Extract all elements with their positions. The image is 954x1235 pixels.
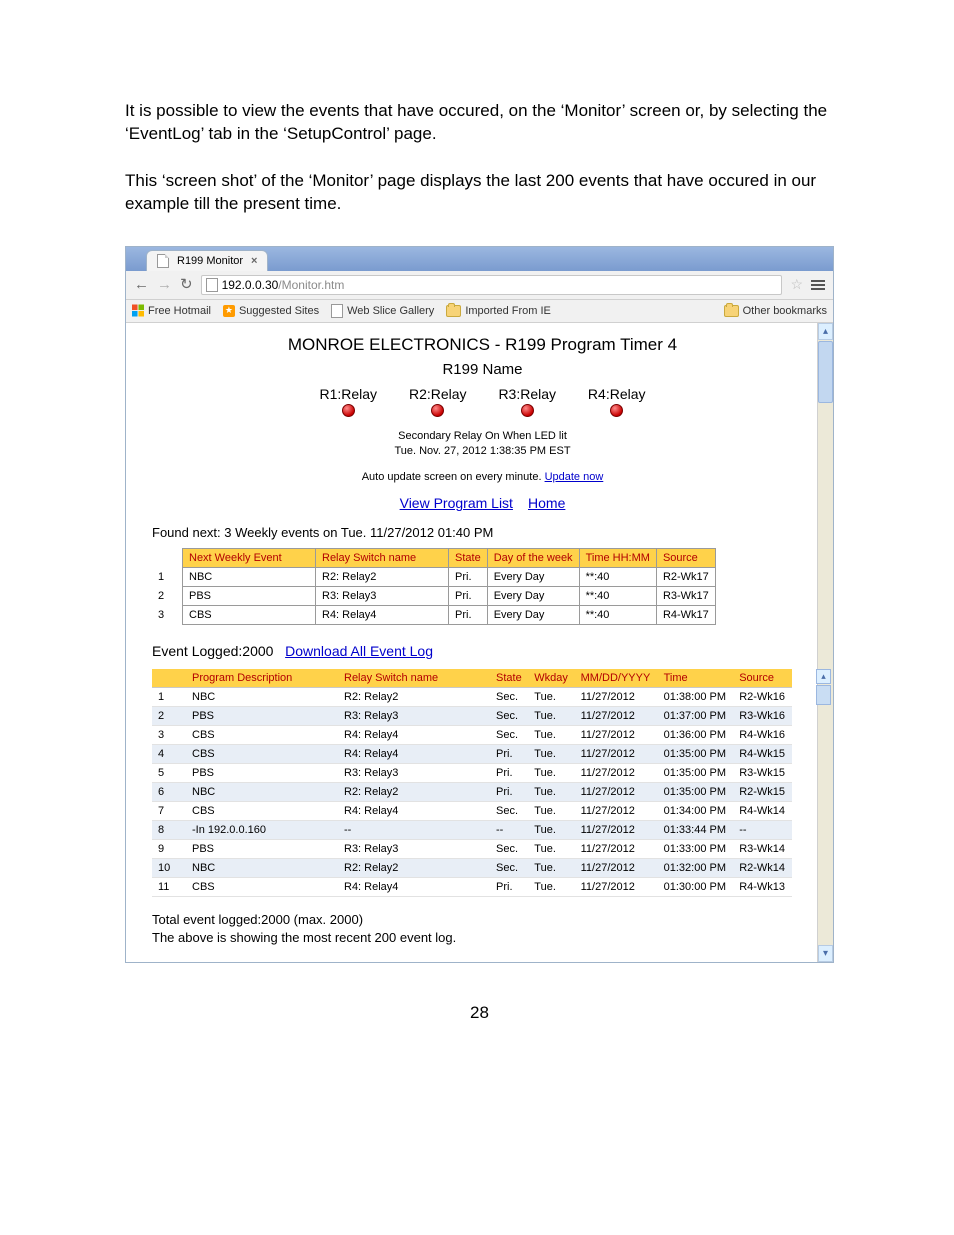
secondary-relay-note: Secondary Relay On When LED lit Tue. Nov… — [152, 429, 813, 459]
found-next-heading: Found next: 3 Weekly events on Tue. 11/2… — [152, 525, 813, 540]
relay-1: R1:Relay — [319, 386, 377, 417]
relay-4: R4:Relay — [588, 386, 646, 417]
folder-icon — [446, 305, 461, 317]
screenshot-frame: R199 Monitor × ← → ↻ 192.0.0.30/Monitor.… — [125, 246, 834, 964]
table-header-row: Next Weekly Event Relay Switch name Stat… — [152, 549, 715, 568]
address-field[interactable]: 192.0.0.30/Monitor.htm — [201, 275, 783, 295]
vertical-scrollbar[interactable]: ▴ ▾ — [817, 323, 833, 963]
close-icon[interactable]: × — [251, 255, 257, 267]
led-icon — [521, 404, 534, 417]
col-source: Source — [656, 549, 715, 568]
col-next-event: Next Weekly Event — [183, 549, 316, 568]
url-text: 192.0.0.30/Monitor.htm — [222, 278, 345, 292]
page-title: MONROE ELECTRONICS - R199 Program Timer … — [152, 335, 813, 355]
table-row: 10NBCR2: Relay2Sec.Tue.11/27/201201:32:0… — [152, 859, 792, 878]
scroll-up-icon[interactable]: ▴ — [818, 323, 833, 340]
relay-3: R3:Relay — [498, 386, 556, 417]
table-row: 11CBSR4: Relay4Pri.Tue.11/27/201201:30:0… — [152, 878, 792, 897]
table-header-row: Program Description Relay Switch name St… — [152, 669, 792, 688]
bookmark-label: Imported From IE — [465, 305, 551, 317]
relay-2: R2:Relay — [409, 386, 467, 417]
led-icon — [610, 404, 623, 417]
reload-button[interactable]: ↻ — [180, 277, 193, 292]
update-now-link[interactable]: Update now — [545, 471, 604, 483]
table-row: 2PBSR3: Relay3Pri.Every Day**:40R3-Wk17 — [152, 587, 715, 606]
table-row: 3CBSR4: Relay4Sec.Tue.11/27/201201:36:00… — [152, 726, 792, 745]
bookmark-suggested-sites[interactable]: ★ Suggested Sites — [223, 305, 319, 317]
view-program-list-link[interactable]: View Program List — [400, 495, 513, 511]
forward-button[interactable]: → — [157, 277, 172, 292]
page-icon — [331, 304, 343, 318]
page-icon — [157, 254, 169, 268]
col-state: State — [449, 549, 488, 568]
bookmarks-bar: Free Hotmail ★ Suggested Sites Web Slice… — [126, 300, 833, 323]
col-time: Time — [658, 669, 734, 688]
col-date: MM/DD/YYYY — [575, 669, 658, 688]
col-day: Day of the week — [487, 549, 579, 568]
relay-status-row: R1:Relay R2:Relay R3:Relay R4:Relay — [152, 386, 813, 417]
bookmark-label: Suggested Sites — [239, 305, 319, 317]
col-relay-name: Relay Switch name — [316, 549, 449, 568]
table-row: 2PBSR3: Relay3Sec.Tue.11/27/201201:37:00… — [152, 707, 792, 726]
table-row: 4CBSR4: Relay4Pri.Tue.11/27/201201:35:00… — [152, 745, 792, 764]
table-row: 1NBCR2: Relay2Sec.Tue.11/27/201201:38:00… — [152, 688, 792, 707]
bookmark-label: Web Slice Gallery — [347, 305, 434, 317]
led-icon — [431, 404, 444, 417]
event-log-table: Program Description Relay Switch name St… — [152, 669, 792, 897]
table-row: 7CBSR4: Relay4Sec.Tue.11/27/201201:34:00… — [152, 802, 792, 821]
table-row: 8-In 192.0.0.160----Tue.11/27/201201:33:… — [152, 821, 792, 840]
scroll-down-icon[interactable]: ▾ — [818, 945, 833, 962]
star-icon[interactable]: ☆ — [790, 276, 803, 293]
bookmark-label: Free Hotmail — [148, 305, 211, 317]
paragraph-2: This ‘screen shot’ of the ‘Monitor’ page… — [125, 170, 834, 216]
event-logged-heading: Event Logged:2000 Download All Event Log — [152, 643, 813, 659]
browser-tab-bar: R199 Monitor × — [126, 247, 833, 271]
table-row: 3CBSR4: Relay4Pri.Every Day**:40R4-Wk17 — [152, 606, 715, 625]
next-weekly-events-table: Next Weekly Event Relay Switch name Stat… — [152, 548, 716, 625]
tab-title: R199 Monitor — [177, 255, 243, 267]
col-wkday: Wkday — [528, 669, 574, 688]
led-icon — [342, 404, 355, 417]
star-icon: ★ — [223, 305, 235, 317]
page-icon — [206, 278, 218, 292]
monitor-page: ▴ ▾ MONROE ELECTRONICS - R199 Program Ti… — [126, 323, 833, 963]
paragraph-1: It is possible to view the events that h… — [125, 100, 834, 146]
bookmark-web-slice-gallery[interactable]: Web Slice Gallery — [331, 304, 434, 318]
scroll-thumb[interactable] — [818, 341, 833, 403]
scroll-thumb[interactable] — [816, 685, 831, 705]
totals-footer: Total event logged:2000 (max. 2000) The … — [152, 911, 813, 946]
table-row: 6NBCR2: Relay2Pri.Tue.11/27/201201:35:00… — [152, 783, 792, 802]
browser-url-bar: ← → ↻ 192.0.0.30/Monitor.htm ☆ — [126, 271, 833, 300]
hotmail-icon — [132, 305, 144, 317]
auto-update-note: Auto update screen on every minute. Upda… — [152, 470, 813, 485]
home-link[interactable]: Home — [528, 495, 565, 511]
col-state: State — [490, 669, 528, 688]
scroll-up-icon[interactable]: ▴ — [816, 669, 831, 684]
download-event-log-link[interactable]: Download All Event Log — [285, 643, 433, 659]
back-button[interactable]: ← — [134, 277, 149, 292]
table-row: 5PBSR3: Relay3Pri.Tue.11/27/201201:35:00… — [152, 764, 792, 783]
page-number: 28 — [125, 1003, 834, 1023]
col-relay-name: Relay Switch name — [338, 669, 490, 688]
bookmark-label: Other bookmarks — [743, 305, 827, 317]
bookmark-imported-from-ie[interactable]: Imported From IE — [446, 305, 551, 317]
menu-icon[interactable] — [811, 280, 825, 290]
browser-tab[interactable]: R199 Monitor × — [146, 250, 268, 271]
device-name: R199 Name — [152, 361, 813, 378]
bookmark-other-bookmarks[interactable]: Other bookmarks — [724, 305, 827, 317]
table-row: 9PBSR3: Relay3Sec.Tue.11/27/201201:33:00… — [152, 840, 792, 859]
bookmark-free-hotmail[interactable]: Free Hotmail — [132, 305, 211, 317]
col-source: Source — [733, 669, 792, 688]
table-row: 1NBCR2: Relay2Pri.Every Day**:40R2-Wk17 — [152, 568, 715, 587]
folder-icon — [724, 305, 739, 317]
col-time: Time HH:MM — [579, 549, 656, 568]
col-program-desc: Program Description — [186, 669, 338, 688]
log-scrollbar[interactable]: ▴ — [816, 669, 831, 705]
